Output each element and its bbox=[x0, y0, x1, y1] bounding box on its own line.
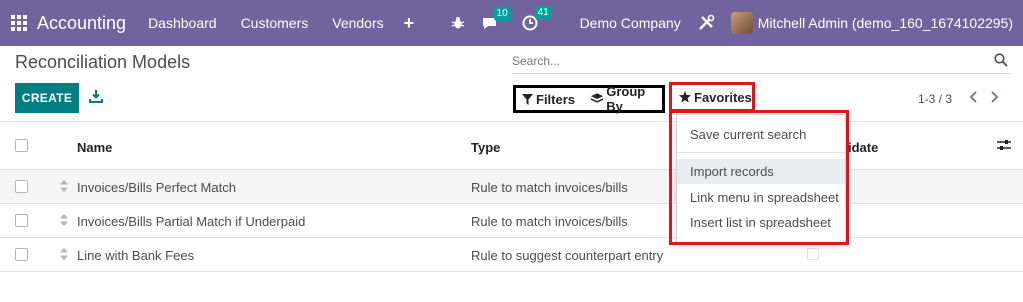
chevron-right-icon[interactable] bbox=[988, 90, 1000, 109]
download-icon[interactable] bbox=[89, 89, 103, 108]
table-row[interactable]: Line with Bank Fees Rule to suggest coun… bbox=[0, 238, 1023, 272]
favorites-item-save-search[interactable]: Save current search bbox=[677, 122, 845, 147]
table-row[interactable]: Invoices/Bills Perfect Match Rule to mat… bbox=[0, 170, 1023, 204]
list-table: Name Type idate Invoices/Bills Perfect M… bbox=[0, 121, 1023, 272]
user-menu[interactable]: Mitchell Admin (demo_160_1674102295) bbox=[758, 15, 1013, 31]
drag-handle-icon[interactable] bbox=[60, 214, 68, 229]
company-switcher[interactable]: Demo Company bbox=[580, 15, 681, 31]
search-input[interactable] bbox=[512, 50, 982, 72]
favorites-label: Favorites bbox=[694, 89, 752, 105]
cell-name: Invoices/Bills Perfect Match bbox=[77, 180, 236, 195]
favorites-item-insert-list[interactable]: Insert list in spreadsheet bbox=[677, 210, 845, 235]
pager-value[interactable]: 1-3 / 3 bbox=[918, 92, 952, 106]
page-title: Reconciliation Models bbox=[15, 52, 191, 72]
cell-name: Line with Bank Fees bbox=[77, 248, 195, 263]
row-checkbox[interactable] bbox=[15, 214, 28, 227]
row-checkbox[interactable] bbox=[15, 248, 28, 261]
plus-icon[interactable]: + bbox=[404, 13, 415, 34]
menu-dashboard[interactable]: Dashboard bbox=[148, 15, 217, 31]
bug-icon[interactable] bbox=[451, 16, 465, 30]
column-header-auto-validate[interactable]: idate bbox=[848, 140, 878, 155]
drag-handle-icon[interactable] bbox=[60, 248, 68, 263]
star-icon bbox=[679, 91, 691, 103]
optional-columns-icon[interactable] bbox=[997, 139, 1011, 154]
tools-icon[interactable] bbox=[697, 14, 715, 32]
create-button[interactable]: CREATE bbox=[15, 83, 79, 113]
favorites-button[interactable]: Favorites bbox=[669, 82, 755, 112]
app-name[interactable]: Accounting bbox=[37, 13, 126, 34]
menu-vendors[interactable]: Vendors bbox=[332, 15, 383, 31]
favorites-item-import-records[interactable]: Import records bbox=[677, 159, 845, 184]
cell-type: Rule to match invoices/bills bbox=[471, 214, 628, 229]
activities-badge: 41 bbox=[534, 6, 552, 20]
table-row[interactable]: Invoices/Bills Partial Match if Underpai… bbox=[0, 204, 1023, 238]
messages-icon[interactable]: 10 bbox=[481, 6, 511, 31]
favorites-item-link-menu[interactable]: Link menu in spreadsheet bbox=[677, 185, 845, 210]
filters-label: Filters bbox=[536, 91, 576, 107]
dropdown-divider bbox=[677, 152, 845, 153]
table-header: Name Type idate bbox=[0, 121, 1023, 170]
search-icon[interactable] bbox=[994, 53, 1008, 72]
drag-handle-icon[interactable] bbox=[60, 180, 68, 195]
layers-icon bbox=[591, 93, 604, 103]
apps-menu-icon[interactable] bbox=[11, 15, 27, 31]
navbar-systray: 10 41 Demo Company Mitchell Admin (demo_… bbox=[451, 0, 1023, 46]
search-bar bbox=[512, 50, 1010, 74]
filters-button[interactable]: Filters bbox=[522, 92, 575, 107]
groupby-label: Group By bbox=[606, 84, 646, 114]
cell-type: Rule to match invoices/bills bbox=[471, 180, 628, 195]
top-navbar: Accounting Dashboard Customers Vendors +… bbox=[0, 0, 1023, 46]
user-avatar[interactable] bbox=[730, 12, 753, 34]
groupby-button[interactable]: Group By bbox=[591, 84, 662, 114]
chevron-left-icon[interactable] bbox=[968, 90, 980, 109]
column-header-name[interactable]: Name bbox=[77, 140, 112, 155]
auto-validate-checkbox[interactable] bbox=[807, 248, 819, 260]
menu-customers[interactable]: Customers bbox=[241, 15, 309, 31]
cell-type: Rule to suggest counterpart entry bbox=[471, 248, 664, 263]
row-checkbox[interactable] bbox=[15, 180, 28, 193]
favorites-dropdown: Save current search Import records Link … bbox=[676, 114, 846, 244]
select-all-checkbox[interactable] bbox=[15, 139, 28, 152]
activity-clock-icon[interactable]: 41 bbox=[522, 6, 552, 31]
cell-name: Invoices/Bills Partial Match if Underpai… bbox=[77, 214, 306, 229]
column-header-type[interactable]: Type bbox=[471, 140, 500, 155]
messages-badge: 10 bbox=[493, 6, 511, 21]
filters-groupby-highlight: Filters Group By bbox=[513, 84, 665, 114]
filter-icon bbox=[522, 93, 533, 105]
